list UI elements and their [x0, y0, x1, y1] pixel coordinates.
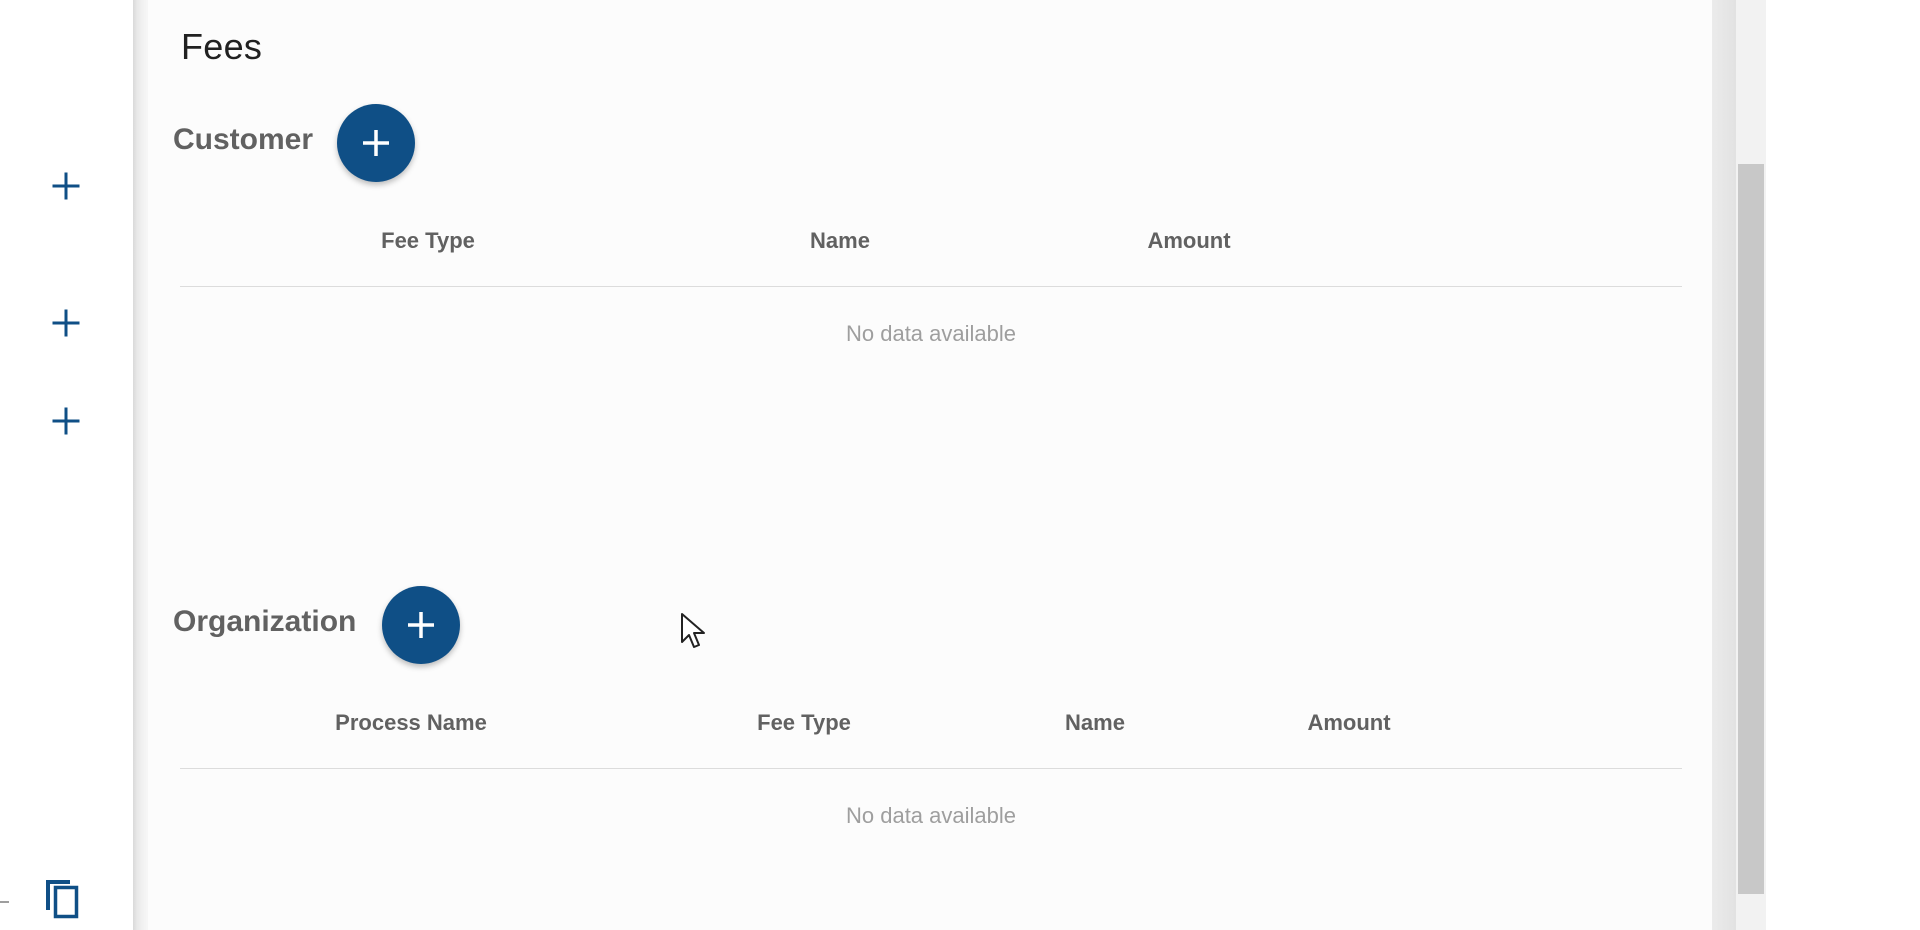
customer-empty-state: No data available	[845, 321, 1017, 346]
panel-border	[1712, 0, 1736, 930]
column-header-process-name[interactable]: Process Name	[335, 710, 487, 736]
plus-icon	[52, 407, 80, 435]
table-divider	[180, 286, 1682, 287]
column-header-fee-type[interactable]: Fee Type	[757, 710, 851, 736]
plus-icon	[363, 130, 389, 156]
plus-icon	[408, 612, 434, 638]
column-header-fee-type[interactable]: Fee Type	[381, 228, 475, 254]
table-divider	[180, 768, 1682, 769]
left-sidebar-strip	[0, 0, 133, 930]
right-background	[1766, 0, 1920, 930]
mouse-pointer-icon	[681, 613, 705, 648]
divider	[0, 901, 9, 903]
column-header-amount[interactable]: Amount	[1147, 228, 1230, 254]
add-customer-fee-button[interactable]	[337, 104, 415, 182]
add-button-2[interactable]	[48, 305, 84, 341]
page-title: Fees	[181, 26, 263, 67]
plus-icon	[52, 172, 80, 200]
add-button-1[interactable]	[48, 168, 84, 204]
copy-button[interactable]	[40, 874, 84, 922]
add-button-3[interactable]	[48, 403, 84, 439]
plus-icon	[52, 309, 80, 337]
add-organization-fee-button[interactable]	[382, 586, 460, 664]
organization-empty-state: No data available	[845, 803, 1017, 828]
column-header-name[interactable]: Name	[1065, 710, 1125, 736]
panel-shadow	[133, 0, 148, 930]
scrollbar-thumb[interactable]	[1738, 164, 1764, 894]
copy-icon	[46, 880, 79, 919]
organization-section-title: Organization	[173, 605, 357, 638]
column-header-amount[interactable]: Amount	[1307, 710, 1390, 736]
customer-section-title: Customer	[173, 123, 314, 156]
column-header-name[interactable]: Name	[810, 228, 870, 254]
